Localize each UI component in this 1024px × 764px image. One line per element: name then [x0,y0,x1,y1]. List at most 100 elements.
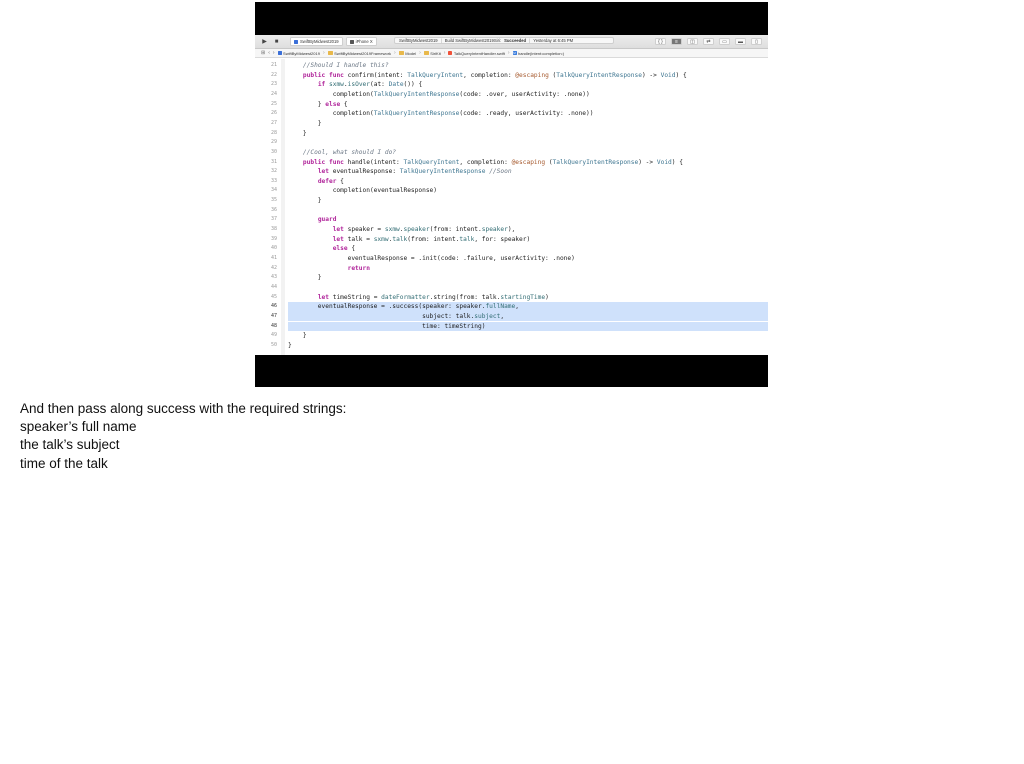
folder-icon [423,51,429,55]
navigator-toggle-icon[interactable]: ▭ [719,38,730,45]
jump-bar-item-framework[interactable]: SwiftByMidwest2019Framework [327,50,392,56]
jump-bar-item-method[interactable]: Mhandle(intent:completion:) [512,51,564,56]
code-line[interactable]: 49 } [255,331,768,341]
standard-editor-icon[interactable]: ≡ [671,38,682,45]
code-line[interactable]: 34 completion(eventualResponse) [255,186,768,196]
grid-icon[interactable]: ⊞ [261,50,265,56]
code-line[interactable]: 31 public func handle(intent: TalkQueryI… [255,158,768,168]
line-text: return [347,264,370,272]
code-line[interactable]: 41 eventualResponse = .init(code: .failu… [255,254,768,264]
line-number: 42 [270,264,277,271]
line-number: 29 [270,139,277,146]
jump-bar-item-model[interactable]: Model [398,50,417,56]
line-number: 40 [270,245,277,252]
code-line[interactable]: 21 //Should I handle this? [255,61,768,71]
code-line[interactable]: 50} [255,341,768,351]
code-line[interactable]: 27 } [255,119,768,129]
line-number: 24 [270,90,277,97]
back-chevron-icon[interactable]: ‹ [268,50,270,56]
jump-bar-item-sirikit[interactable]: SiriKit [423,50,441,56]
inspector-toggle-icon[interactable]: ▯ [751,38,762,45]
line-text: } else { [288,100,348,108]
line-text: eventualResponse = .success(speaker: spe… [288,302,768,312]
version-editor-icon[interactable]: ⇄ [703,38,714,45]
caption-line: And then pass along success with the req… [20,401,347,416]
code-line[interactable]: 43 } [255,273,768,283]
jump-bar-label: SiriKit [430,50,441,56]
code-line[interactable]: 28 } [255,129,768,139]
code-line[interactable]: 44 [255,283,768,293]
code-line[interactable]: 25 } else { [255,100,768,110]
line-text: } [288,119,322,127]
stop-button[interactable]: ■ [272,37,281,46]
code-line[interactable]: 46 eventualResponse = .success(speaker: … [255,302,768,312]
activity-status: SwiftByMidwest2019 | Build SwiftByMidwes… [394,37,614,44]
device-name: iPhone X [355,39,373,44]
line-text: guard [317,216,337,224]
toolbar-right-buttons: { } ≡ ◫ ⇄ ▭ ▬ ▯ [655,37,762,46]
jump-bar-item-project[interactable]: SwiftByMidwest2019 [277,51,320,56]
scheme-selector[interactable]: SwiftByMidwest2019 iPhone X [290,37,377,46]
code-line[interactable]: 26 completion(TalkQueryIntentResponse(co… [255,109,768,119]
jump-bar-label: SwiftByMidwest2019Framework [334,50,392,56]
run-button[interactable]: ▶ [260,37,269,46]
code-line[interactable]: 35 } [255,196,768,206]
xcode-window: ▶ ■ SwiftByMidwest2019 iPhone X SwiftByM… [255,35,768,355]
line-number: 43 [270,274,277,281]
code-line[interactable]: 30 //Cool, what should I do? [255,148,768,158]
device-chip[interactable]: iPhone X [345,37,377,46]
code-line[interactable]: 38 let speaker = sxmw.speaker(from: inte… [255,225,768,235]
line-number: 31 [270,158,277,165]
code-line[interactable]: 48 time: timeString) [255,321,768,332]
chevron-right-icon: › [507,50,510,56]
xcode-toolbar: ▶ ■ SwiftByMidwest2019 iPhone X SwiftByM… [255,35,768,49]
line-number: 30 [270,148,277,155]
code-line[interactable]: 24 completion(TalkQueryIntentResponse(co… [255,90,768,100]
line-number: 41 [270,255,277,261]
code-line[interactable]: 29 [255,138,768,148]
chevron-right-icon: › [443,50,446,56]
code-editor[interactable]: 21 //Should I handle this? 22 public func… [255,59,768,355]
scheme-chip[interactable]: SwiftByMidwest2019 [290,37,343,46]
line-text: //Should I handle this? [302,62,389,69]
line-text: else { [332,245,356,253]
line-number: 47 [270,312,277,319]
line-text: completion(TalkQueryIntentResponse(code:… [288,90,590,98]
line-number: 49 [270,332,277,339]
line-number: 33 [270,177,277,184]
assistant-editor-icon[interactable]: ◫ [687,38,698,45]
line-number: 34 [270,187,277,194]
caption-line: time of the talk [20,455,108,471]
line-text: } [288,332,307,340]
slide-frame: ▶ ■ SwiftByMidwest2019 iPhone X SwiftByM… [255,2,768,387]
code-line[interactable]: 39 let talk = sxmw.talk(from: intent.tal… [255,235,768,245]
line-number: 37 [270,216,277,223]
code-line[interactable]: 23 if sxmw.isOver(at: Date()) { [255,80,768,90]
code-line[interactable]: 47 subject: talk.subject, [255,311,768,322]
jump-bar-label: Model [405,50,417,56]
line-text: } [288,197,322,205]
jump-bar-item-file[interactable]: TalkQueryIntentHandler.swift [448,51,505,56]
line-number: 36 [270,206,277,213]
forward-chevron-icon[interactable]: › [273,50,275,56]
line-number: 23 [270,81,277,88]
line-number: 50 [270,341,277,348]
code-line[interactable]: 36 [255,206,768,216]
line-number: 32 [270,168,277,175]
code-line[interactable]: 32 let eventualResponse: TalkQueryIntent… [255,167,768,177]
code-line[interactable]: 33 defer { [255,177,768,187]
debug-area-toggle-icon[interactable]: ▬ [735,38,746,45]
line-number: 27 [270,119,277,126]
line-number: 45 [270,293,277,300]
line-number: 38 [270,226,277,233]
code-line[interactable]: 22 public func confirm(intent: TalkQuery… [255,71,768,81]
line-text: let timeString = dateFormatter.string(fr… [317,293,549,301]
code-line[interactable]: 40 else { [255,244,768,254]
line-text: completion(TalkQueryIntentResponse(code:… [288,110,594,118]
code-line[interactable]: 37 guard [255,215,768,225]
folder-icon [327,51,333,55]
line-number: 26 [270,110,277,117]
library-icon[interactable]: { } [655,38,666,45]
code-line[interactable]: 45 let timeString = dateFormatter.string… [255,293,768,303]
code-line[interactable]: 42 return [255,264,768,274]
